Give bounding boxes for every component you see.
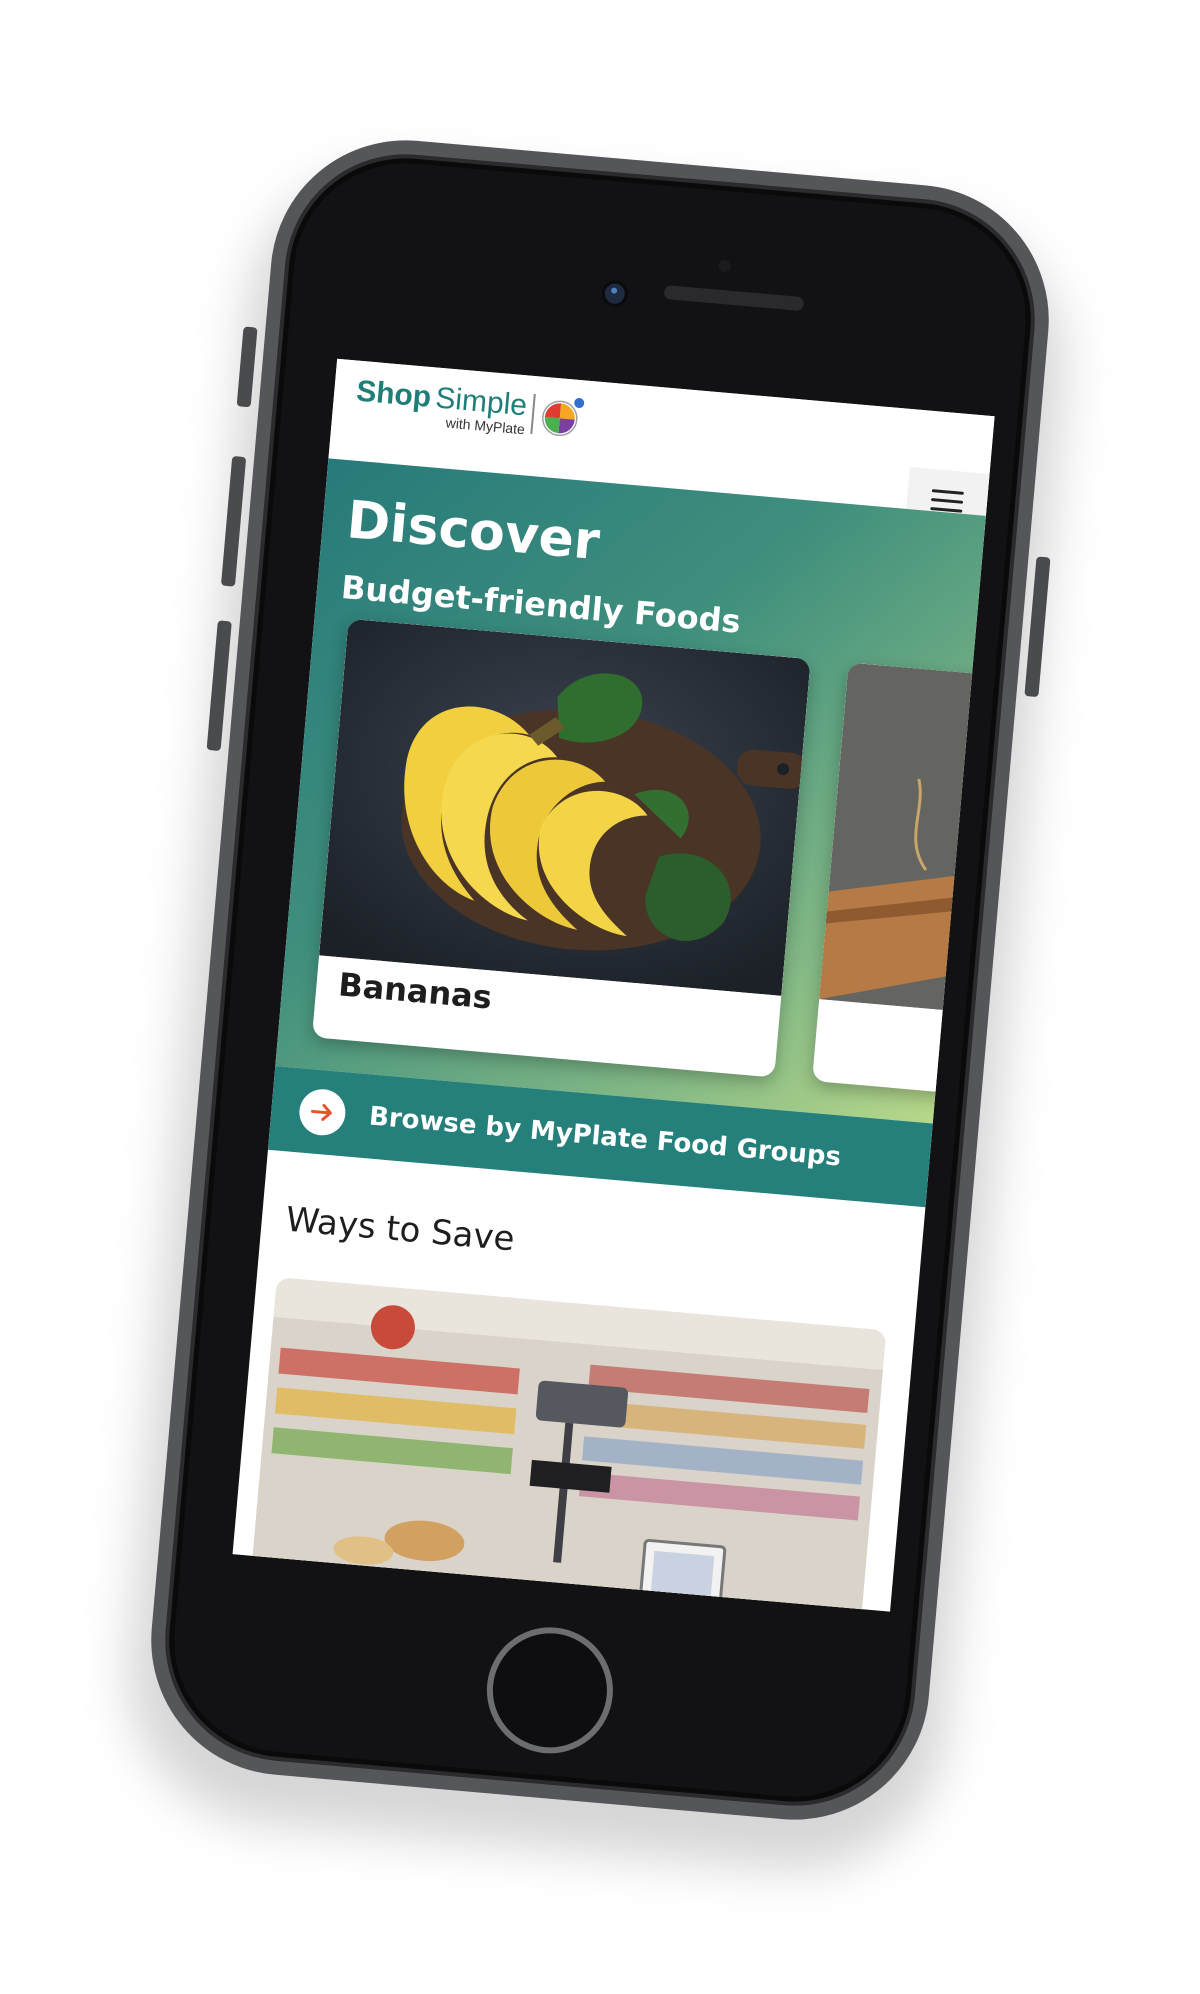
proximity-sensor (718, 259, 732, 273)
front-camera-icon (600, 279, 629, 308)
ways-to-save-title: Ways to Save (284, 1199, 517, 1260)
home-button[interactable] (481, 1622, 619, 1759)
hero-title: Discover (344, 490, 603, 573)
phone-body: Shop Simple with MyPlate Discover Budget… (140, 129, 1060, 1831)
logo-wordmark: Shop Simple with MyPlate (354, 374, 528, 438)
food-card-label: Bananas (336, 965, 494, 1017)
ways-to-save-card[interactable] (247, 1276, 887, 1612)
shop-simple-logo[interactable]: Shop Simple with MyPlate (354, 375, 586, 443)
food-card-bananas[interactable]: Bananas (311, 618, 811, 1078)
phone-screen: Shop Simple with MyPlate Discover Budget… (232, 358, 995, 1612)
food-card-next[interactable] (812, 662, 989, 1094)
earpiece-speaker (663, 285, 805, 312)
arrow-right-circle-icon (297, 1087, 348, 1138)
logo-word-shop: Shop (354, 374, 433, 415)
myplate-icon (542, 398, 585, 437)
grocery-store-image (247, 1276, 887, 1612)
hero-section: Discover Budget-friendly Foods Bananas (275, 458, 989, 1124)
bananas-image (319, 618, 811, 996)
browse-label: Browse by MyPlate Food Groups (367, 1101, 843, 1173)
plate-dairy-cup (574, 398, 585, 409)
fork-icon (530, 394, 536, 435)
phone-mockup: Shop Simple with MyPlate Discover Budget… (115, 129, 1078, 1883)
wood-board-image (819, 662, 989, 1012)
